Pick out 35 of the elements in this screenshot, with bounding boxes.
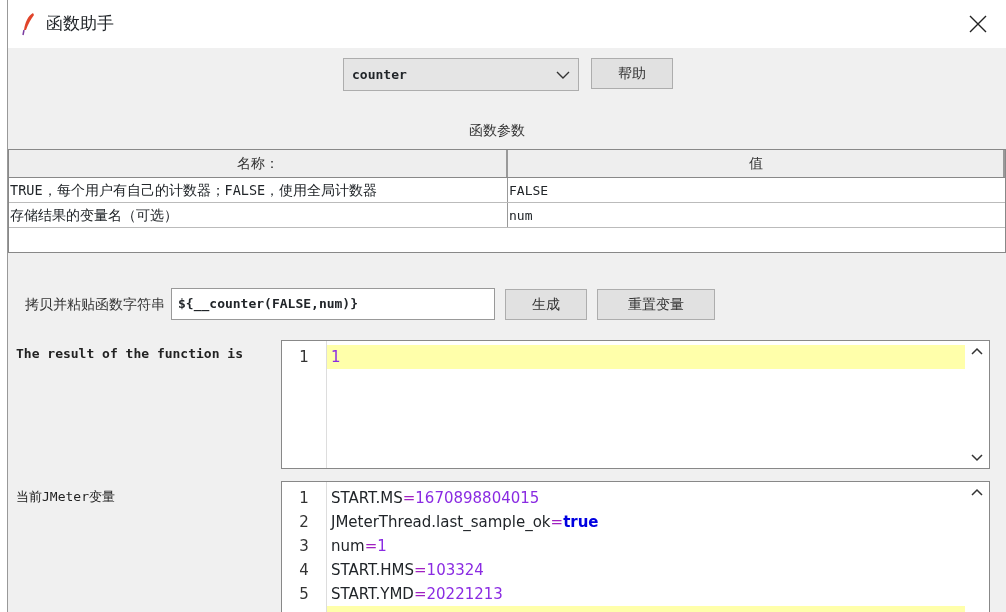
param-value-cell[interactable]: num xyxy=(509,208,533,223)
line-number: 3 xyxy=(299,537,309,555)
reset-button[interactable]: 重置变量 xyxy=(597,288,715,320)
copy-label: 拷贝并粘贴函数字符串 xyxy=(25,294,165,314)
function-string-field[interactable]: ${__counter(FALSE,num)} xyxy=(171,288,495,320)
variables-label: 当前JMeter变量 xyxy=(16,489,115,504)
window-title: 函数助手 xyxy=(46,12,114,36)
param-name-cell: TRUE，每个用户有自己的计数器；FALSE，使用全局计数器 xyxy=(10,182,378,198)
line-number: 4 xyxy=(299,561,309,579)
feather-icon xyxy=(20,12,36,36)
scroll-down-icon[interactable] xyxy=(971,454,983,462)
params-title: 函数参数 xyxy=(468,121,526,140)
code-line: num=1 xyxy=(331,537,387,555)
code-line: START.HMS=103324 xyxy=(331,561,484,579)
generate-button[interactable]: 生成 xyxy=(505,288,587,320)
variables-editor[interactable]: 1 2 3 4 5 START.MS=1670898804015 JMeterThread.last_sample_ok=true num=1 START.HMS=103324 START.YMD=20221213 xyxy=(281,481,990,612)
column-header[interactable]: 名称： xyxy=(236,155,279,171)
line-number: 5 xyxy=(299,585,309,603)
param-name-cell: 存储结果的变量名（可选） xyxy=(10,207,178,223)
code-line: 1 xyxy=(331,348,341,366)
scroll-up-icon[interactable] xyxy=(971,488,983,496)
result-label: The result of the function is xyxy=(16,346,243,361)
caret-icon xyxy=(556,69,570,80)
line-number: 1 xyxy=(299,489,309,507)
line-number: 2 xyxy=(299,513,309,531)
result-editor[interactable]: 1 1 xyxy=(281,340,990,469)
line-number: 1 xyxy=(299,348,309,366)
help-button[interactable]: 帮助 xyxy=(591,58,673,89)
code-line: START.YMD=20221213 xyxy=(331,585,503,603)
code-line: START.MS=1670898804015 xyxy=(331,489,540,507)
function-dropdown[interactable]: counter xyxy=(343,58,579,91)
param-value-cell[interactable]: FALSE xyxy=(509,183,549,198)
column-header[interactable]: 值 xyxy=(748,155,763,171)
code-line: JMeterThread.last_sample_ok=true xyxy=(331,513,599,531)
scroll-up-icon[interactable] xyxy=(971,347,983,355)
